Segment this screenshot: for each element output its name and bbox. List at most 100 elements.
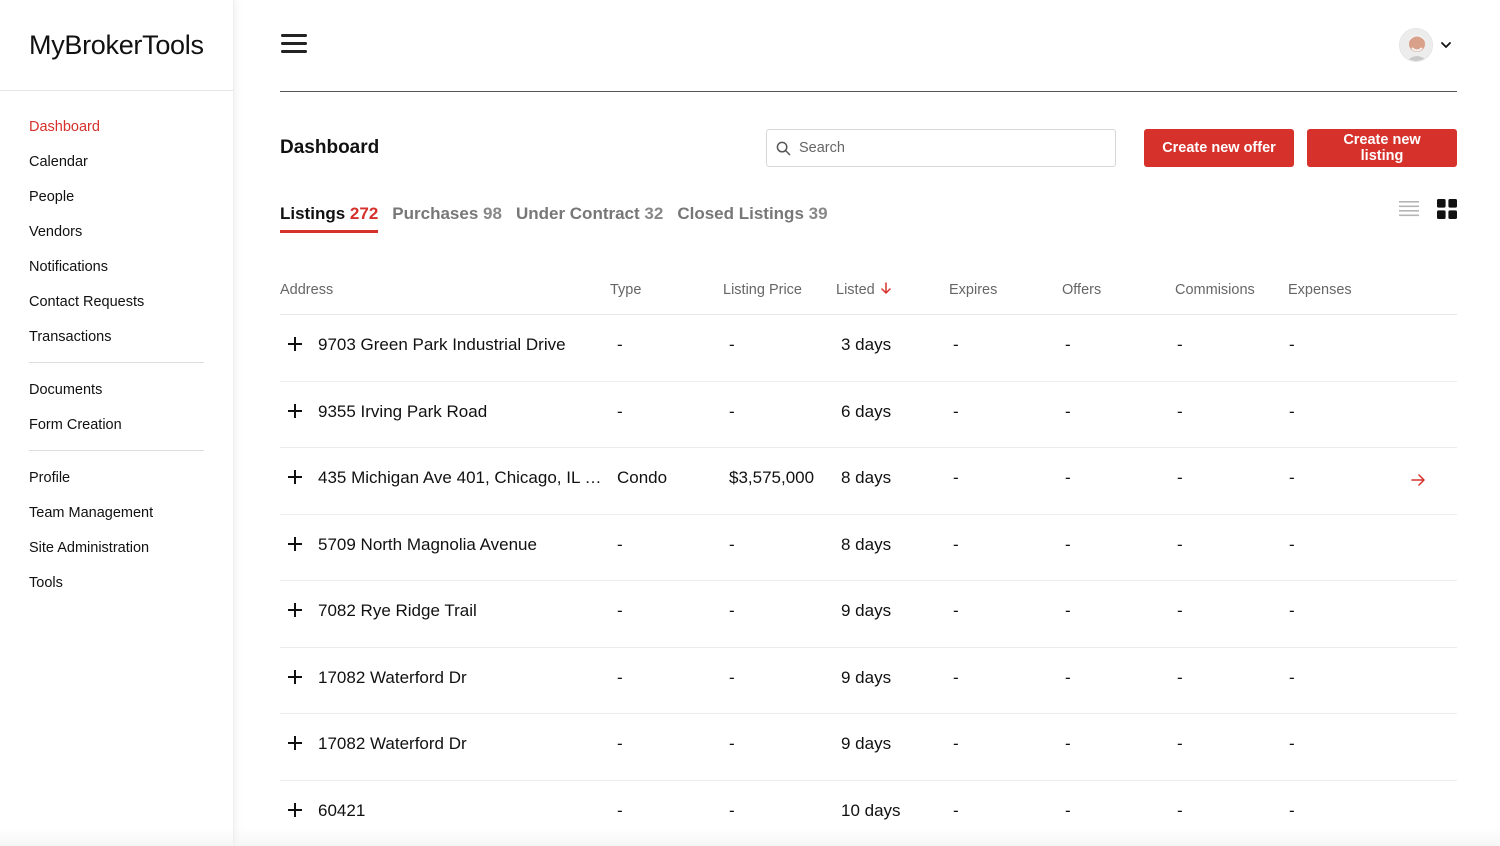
cell-type: - [617, 335, 623, 354]
cell-address: 9703 Green Park Industrial Drive [318, 335, 566, 354]
cell-offers: - [1065, 401, 1071, 421]
cell-type: - [617, 534, 623, 554]
tab-label: Under Contract [515, 204, 640, 223]
tab-count: 272 [349, 204, 379, 223]
table-row[interactable]: 60421 - - 10 days - - - - [280, 781, 1457, 846]
cell-listing-price: - [729, 734, 735, 753]
sidebar-item-site-administration[interactable]: Site Administration [29, 531, 204, 566]
sidebar-item-people[interactable]: People [29, 180, 204, 215]
cell-offers: - [1065, 667, 1071, 687]
cell-listed: 10 days [841, 800, 901, 820]
tab-bar: Listings 272 Purchases 98 Under Contract 3… [280, 204, 828, 233]
expand-plus-icon[interactable] [288, 736, 302, 750]
sort-arrow-down-icon [880, 282, 891, 294]
main-content: Dashboard Create new offer Create new li… [280, 0, 1457, 846]
column-header-expires[interactable]: Expires [949, 282, 997, 298]
avatar[interactable] [1399, 28, 1433, 62]
cell-offers: - [1065, 734, 1071, 753]
sidebar-item-calendar[interactable]: Calendar [29, 145, 204, 180]
sidebar-item-transactions[interactable]: Transactions [29, 320, 204, 355]
sidebar-item-notifications[interactable]: Notifications [29, 250, 204, 285]
cell-expenses: - [1289, 601, 1295, 620]
table-row[interactable]: 7082 Rye Ridge Trail - - 9 days - - - - [280, 581, 1457, 648]
cell-listing-price: - [729, 401, 735, 421]
arrow-right-icon[interactable] [1410, 472, 1426, 488]
cell-type: - [617, 734, 623, 753]
cell-address: 435 Michigan Ave 401, Chicago, IL 60611 [318, 468, 603, 487]
page-title: Dashboard [280, 137, 380, 158]
table-row[interactable]: 435 Michigan Ave 401, Chicago, IL 60611 C… [280, 448, 1457, 515]
sidebar-item-contact-requests[interactable]: Contact Requests [29, 285, 204, 320]
sidebar-item-dashboard[interactable]: Dashboard [29, 110, 204, 145]
create-offer-button[interactable]: Create new offer [1144, 129, 1294, 167]
column-header-offers[interactable]: Offers [1062, 282, 1101, 298]
tab-under-contract[interactable]: Under Contract 32 [516, 204, 663, 233]
sidebar-item-team-management[interactable]: Team Management [29, 496, 204, 531]
list-view-icon[interactable] [1399, 199, 1419, 219]
expand-plus-icon[interactable] [288, 603, 302, 617]
table-row[interactable]: 9355 Irving Park Road - - 6 days - - - - [280, 382, 1457, 448]
sidebar-item-form-creation[interactable]: Form Creation [29, 408, 204, 443]
page-header: Dashboard Create new offer Create new li… [280, 92, 1457, 187]
expand-plus-icon[interactable] [288, 470, 302, 484]
expand-plus-icon[interactable] [288, 669, 302, 684]
expand-plus-icon[interactable] [288, 403, 302, 418]
tab-listings[interactable]: Listings 272 [280, 204, 379, 233]
cell-listed: 9 days [841, 667, 892, 687]
create-listing-button[interactable]: Create new listing [1307, 129, 1457, 167]
cell-commisions: - [1177, 468, 1183, 487]
table-row[interactable]: 17082 Waterford Dr - - 9 days - - - - [280, 648, 1457, 714]
cell-expires: - [953, 601, 959, 620]
nav-group: Documents Form Creation [29, 362, 204, 443]
column-header-type[interactable]: Type [610, 282, 641, 298]
cell-offers: - [1065, 335, 1071, 354]
column-header-commisions[interactable]: Commisions [1175, 282, 1255, 298]
chevron-down-icon[interactable] [1439, 38, 1453, 52]
table-body: 9703 Green Park Industrial Drive - - 3 days… [280, 315, 1457, 846]
app-logo[interactable]: MyBrokerTools [0, 0, 233, 91]
expand-plus-icon[interactable] [288, 802, 302, 817]
tab-count: 32 [644, 204, 664, 223]
tab-count: 39 [808, 204, 828, 223]
cell-listed: 9 days [841, 601, 892, 620]
cell-listed: 8 days [841, 534, 892, 554]
search-input[interactable] [799, 140, 1099, 156]
cell-address: 5709 North Magnolia Avenue [318, 534, 537, 554]
tab-purchases[interactable]: Purchases 98 [392, 204, 502, 233]
expand-plus-icon[interactable] [288, 536, 302, 551]
cell-commisions: - [1177, 800, 1183, 820]
search-box[interactable] [766, 129, 1116, 167]
column-header-address[interactable]: Address [280, 282, 333, 298]
user-menu[interactable] [1399, 28, 1453, 62]
cell-expenses: - [1289, 734, 1295, 753]
column-header-listed[interactable]: Listed [836, 282, 892, 298]
cell-expenses: - [1289, 468, 1295, 487]
cell-commisions: - [1177, 401, 1183, 421]
cell-type: Condo [617, 468, 668, 487]
table-row[interactable]: 9703 Green Park Industrial Drive - - 3 days… [280, 315, 1457, 382]
sidebar-item-profile[interactable]: Profile [29, 461, 204, 496]
cell-expires: - [953, 468, 959, 487]
table-row[interactable]: 5709 North Magnolia Avenue - - 8 days - - - - [280, 515, 1457, 581]
table-row[interactable]: 17082 Waterford Dr - - 9 days - - - - [280, 714, 1457, 781]
cell-listing-price: - [729, 601, 735, 620]
sidebar-item-documents[interactable]: Documents [29, 373, 204, 408]
cell-listed: 3 days [841, 335, 892, 354]
cell-expires: - [953, 534, 959, 554]
column-header-expenses[interactable]: Expenses [1288, 282, 1352, 298]
sidebar-item-tools[interactable]: Tools [29, 566, 204, 601]
grid-view-icon[interactable] [1437, 199, 1457, 219]
cell-expenses: - [1289, 534, 1295, 554]
cell-listing-price: - [729, 667, 735, 687]
cell-listing-price: - [729, 800, 735, 820]
cell-expenses: - [1289, 800, 1295, 820]
column-header-listing-price[interactable]: Listing Price [723, 282, 802, 298]
expand-plus-icon[interactable] [288, 337, 302, 351]
menu-icon[interactable] [281, 33, 307, 53]
sidebar-item-vendors[interactable]: Vendors [29, 215, 204, 250]
cell-listed: 9 days [841, 734, 892, 753]
cell-address: 60421 [318, 800, 366, 820]
cell-type: - [617, 800, 623, 820]
column-header-label: Expires [949, 282, 998, 298]
tab-closed-listings[interactable]: Closed Listings 39 [677, 204, 827, 233]
